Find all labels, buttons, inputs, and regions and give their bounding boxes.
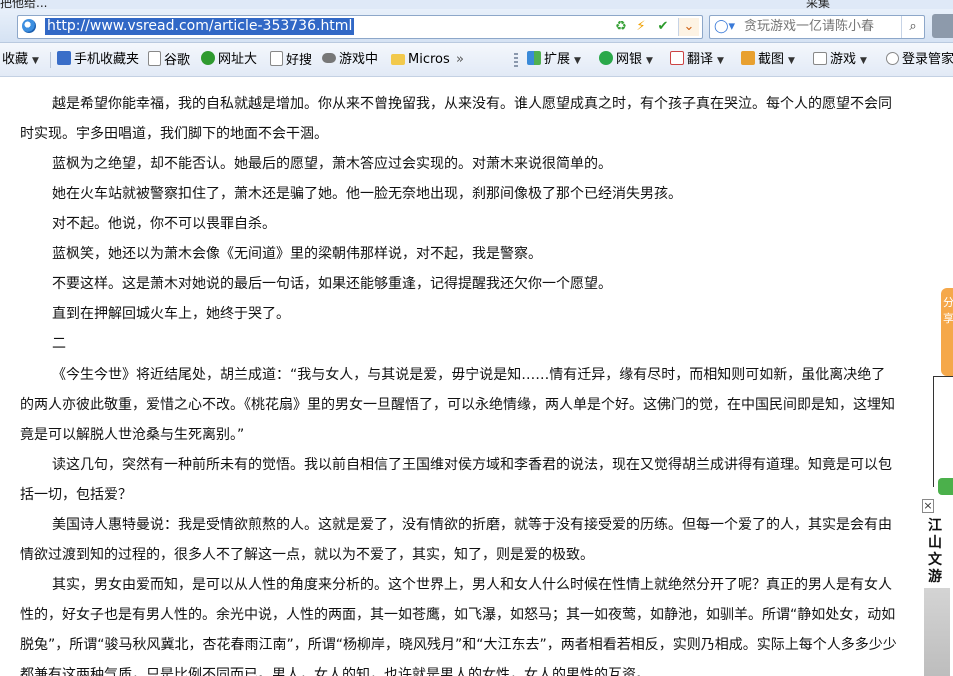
online-bank-menu[interactable]: 网银 ▼ <box>599 51 653 69</box>
phone-icon <box>57 51 71 65</box>
key-icon <box>886 52 899 65</box>
web-nav-icon <box>201 51 215 65</box>
article-content: 越是希望你能幸福，我的自私就越是增加。你从来不曾挽留我，从来没有。谁人愿望成真之… <box>0 77 920 676</box>
article-paragraph: 读这几句，突然有一种前所未有的觉悟。我以前自相信了王国维对侯方域和李香君的说法，… <box>20 457 892 503</box>
translate-icon <box>670 51 684 65</box>
fav-label: 游戏中 <box>339 52 379 67</box>
close-icon[interactable]: × <box>922 499 934 513</box>
article-paragraph: 直到在押解回城火车上，她终于哭了。 <box>52 306 290 322</box>
fav-label: Micros <box>408 52 450 67</box>
refresh-icon[interactable]: ♻ <box>612 18 630 36</box>
fav-mobile[interactable]: 手机收藏夹 <box>57 51 139 69</box>
scissors-icon <box>741 51 755 65</box>
address-bar[interactable]: http://www.vsread.com/article-353736.htm… <box>17 15 703 39</box>
security-shield-icon[interactable]: ✔ <box>654 18 672 36</box>
article-paragraph: 不要这样。这是萧木对她说的最后一句话，如果还能够重逢，记得提醒我还欠你一个愿望。 <box>52 276 612 292</box>
address-dropdown-icon[interactable]: ⌄ <box>678 18 699 36</box>
article-paragraph: 蓝枫为之绝望，却不能否认。她最后的愿望，萧木答应过会实现的。对萧木来说很简单的。 <box>52 156 612 172</box>
article-paragraph: 《今生今世》将近结尾处，胡兰成道：“我与女人，与其说是爱，毋宁说是知……情有迁异… <box>20 367 895 443</box>
chevron-icon: » <box>456 52 464 67</box>
fav-label: 好搜 <box>286 53 313 68</box>
fav-label: 登录管家 <box>902 52 953 67</box>
search-box[interactable]: ◯▾ ⌕ <box>709 15 925 39</box>
window-title: 把他给... <box>0 0 48 9</box>
section-number: 二 <box>52 336 66 352</box>
article-paragraph: 其实，男女由爱而知，是可以从人性的角度来分析的。这个世界上，男人和女人什么时候在… <box>20 577 897 676</box>
fav-label: 截图 <box>758 52 785 67</box>
article-paragraph: 她在火车站就被警察扣住了，萧木还是骗了她。他一脸无奈地出现，刹那间像极了那个已经… <box>52 186 682 202</box>
chat-icon[interactable] <box>938 478 953 495</box>
screenshot-menu[interactable]: 截图 ▼ <box>741 51 795 69</box>
side-ad-brand[interactable]: 江山文游 <box>924 518 946 588</box>
extensions-menu[interactable]: 扩展 ▼ <box>527 51 581 69</box>
chevron-down-icon: ▼ <box>646 56 653 66</box>
games-menu[interactable]: 游戏 ▼ <box>813 51 867 69</box>
more-favorites-button[interactable]: » <box>456 51 464 69</box>
search-engine-icon[interactable]: ◯▾ <box>714 18 742 36</box>
game-icon <box>813 52 827 65</box>
site-favicon-icon <box>22 19 36 33</box>
favorites-label: 收藏 <box>2 52 29 67</box>
article-paragraph: 蓝枫笑，她还以为萧木会像《无间道》里的梁朝伟那样说，对不起，我是警察。 <box>52 246 542 262</box>
article-paragraph: 越是希望你能幸福，我的自私就越是增加。你从来不曾挽留我，从来没有。谁人愿望成真之… <box>20 96 892 142</box>
article-paragraph: 美国诗人惠特曼说：我是受情欲煎熬的人。这就是爱了，没有情欲的折磨，就等于没有接受… <box>20 517 892 563</box>
lightning-icon[interactable]: ⚡ <box>632 18 650 36</box>
extension-icon <box>527 51 541 65</box>
window-title-bar: 把他给... 采集 <box>0 0 953 9</box>
fav-web-nav[interactable]: 网址大 <box>201 51 257 69</box>
login-manager-button[interactable]: 登录管家 <box>886 51 953 69</box>
fav-games-center[interactable]: 游戏中 <box>322 51 378 69</box>
user-avatar[interactable] <box>932 14 953 38</box>
chevron-down-icon: ▼ <box>860 56 867 66</box>
fav-label: 谷歌 <box>164 53 191 68</box>
fav-haosou[interactable]: 好搜 <box>270 51 312 69</box>
side-panel: 分享 × 江山文游 <box>920 77 953 676</box>
fav-label: 扩展 <box>544 52 571 67</box>
divider <box>50 52 51 68</box>
search-input[interactable] <box>744 17 894 36</box>
share-tab-label: 分享 <box>943 296 953 325</box>
search-icon[interactable]: ⌕ <box>901 16 924 38</box>
gamepad-icon <box>322 53 336 63</box>
chevron-down-icon: ▼ <box>32 56 39 66</box>
side-widget-frame <box>933 376 953 487</box>
page-icon <box>148 51 161 66</box>
fav-label: 翻译 <box>687 52 714 67</box>
fav-label: 游戏 <box>830 52 857 67</box>
window-title-right: 采集 <box>806 0 831 9</box>
fav-label: 手机收藏夹 <box>74 52 140 67</box>
chevron-down-icon: ▼ <box>788 56 795 66</box>
fav-label: 网银 <box>616 52 643 67</box>
favorites-menu[interactable]: 收藏 ▼ <box>2 51 39 69</box>
chevron-down-icon: ▼ <box>574 56 581 66</box>
page-icon <box>270 51 283 66</box>
fav-microsoft[interactable]: Micros <box>391 51 450 69</box>
share-tab[interactable]: 分享 <box>941 288 953 376</box>
chevron-down-icon: ▼ <box>717 56 724 66</box>
url-text[interactable]: http://www.vsread.com/article-353736.htm… <box>45 18 355 35</box>
side-ad-text: 江山文游 <box>928 518 942 585</box>
address-toolbar: http://www.vsread.com/article-353736.htm… <box>0 9 953 43</box>
article-paragraph: 对不起。他说，你不可以畏罪自杀。 <box>52 216 276 232</box>
fav-label: 网址大 <box>218 52 258 67</box>
side-ad-image[interactable] <box>924 588 950 676</box>
bank-icon <box>599 51 613 65</box>
translate-menu[interactable]: 翻译 ▼ <box>670 51 724 69</box>
toolbar-grip[interactable] <box>514 53 518 67</box>
favorites-bar: 收藏 ▼ 手机收藏夹 谷歌 网址大 好搜 游戏中 Micros » 扩展 ▼ 网银 ▼… <box>0 43 953 77</box>
folder-icon <box>391 54 405 65</box>
fav-google[interactable]: 谷歌 <box>148 51 190 69</box>
